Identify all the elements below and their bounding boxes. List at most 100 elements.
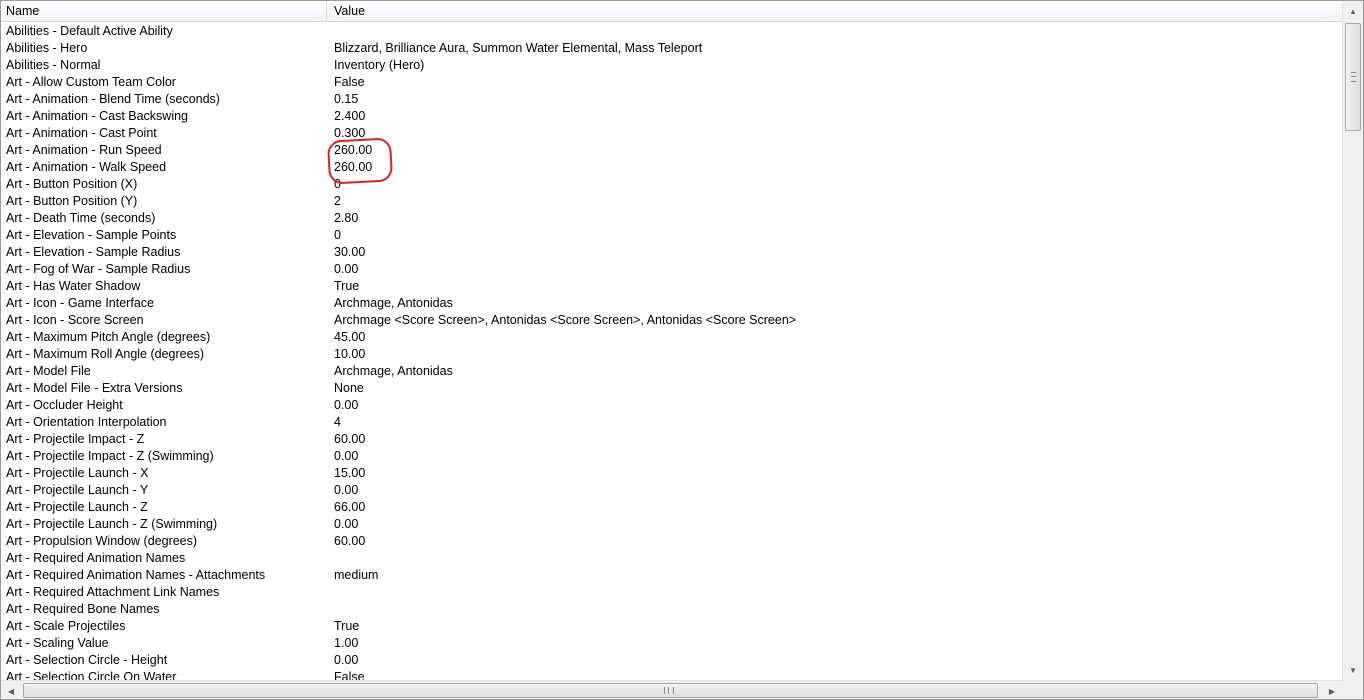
- table-row[interactable]: Art - Allow Custom Team Color False: [1, 74, 1342, 91]
- scrollbar-corner: [1342, 680, 1363, 699]
- horizontal-scrollbar[interactable]: ◀ ▶: [1, 680, 1342, 699]
- table-row[interactable]: Art - Projectile Launch - Y 0.00: [1, 482, 1342, 499]
- table-row[interactable]: Art - Death Time (seconds) 2.80: [1, 210, 1342, 227]
- property-value: True: [334, 619, 360, 633]
- property-name: Art - Scale Projectiles: [6, 619, 126, 633]
- property-value: Archmage <Score Screen>, Antonidas <Scor…: [334, 313, 797, 327]
- table-row[interactable]: Art - Projectile Launch - X 15.00: [1, 465, 1342, 482]
- property-value: 0.00: [334, 449, 359, 463]
- table-row[interactable]: Art - Projectile Impact - Z 60.00: [1, 431, 1342, 448]
- column-header-value[interactable]: Value: [327, 1, 1342, 22]
- property-value: Blizzard, Brilliance Aura, Summon Water …: [334, 41, 703, 55]
- table-row[interactable]: Art - Elevation - Sample Radius 30.00: [1, 244, 1342, 261]
- table-row[interactable]: Abilities - Default Active Ability: [1, 23, 1342, 40]
- table-row[interactable]: Art - Orientation Interpolation 4: [1, 414, 1342, 431]
- property-name: Art - Required Animation Names - Attachm…: [6, 568, 266, 582]
- column-header-bar: Name Value: [1, 1, 1342, 22]
- property-name: Art - Maximum Roll Angle (degrees): [6, 347, 204, 361]
- property-name: Abilities - Hero: [6, 41, 88, 55]
- property-name: Art - Maximum Pitch Angle (degrees): [6, 330, 211, 344]
- property-value: 1.00: [334, 636, 359, 650]
- scroll-left-arrow-icon[interactable]: ◀: [1, 681, 21, 699]
- property-value: 0.00: [334, 483, 359, 497]
- object-properties-list[interactable]: Name Value Abilities - Default Active Ab…: [0, 0, 1364, 700]
- table-row[interactable]: Art - Animation - Cast Backswing 2.400: [1, 108, 1342, 125]
- property-value: 10.00: [334, 347, 366, 361]
- column-header-name[interactable]: Name: [1, 1, 327, 22]
- property-value: 0.300: [334, 126, 366, 140]
- horizontal-scroll-thumb[interactable]: [23, 683, 1318, 698]
- property-value: 45.00: [334, 330, 366, 344]
- property-name: Art - Elevation - Sample Points: [6, 228, 177, 242]
- table-row[interactable]: Art - Selection Circle - Height 0.00: [1, 652, 1342, 669]
- property-name: Art - Required Animation Names: [6, 551, 186, 565]
- property-name: Art - Selection Circle - Height: [6, 653, 168, 667]
- table-row[interactable]: Art - Model File Archmage, Antonidas: [1, 363, 1342, 380]
- table-row[interactable]: Art - Projectile Launch - Z (Swimming) 0.…: [1, 516, 1342, 533]
- property-name: Art - Orientation Interpolation: [6, 415, 167, 429]
- table-row[interactable]: Art - Maximum Pitch Angle (degrees) 45.00: [1, 329, 1342, 346]
- table-row[interactable]: Art - Has Water Shadow True: [1, 278, 1342, 295]
- table-row[interactable]: Art - Animation - Blend Time (seconds) 0.…: [1, 91, 1342, 108]
- table-row[interactable]: Art - Required Bone Names: [1, 601, 1342, 618]
- property-value: 60.00: [334, 534, 366, 548]
- property-value: 30.00: [334, 245, 366, 259]
- table-row[interactable]: Abilities - Normal Inventory (Hero): [1, 57, 1342, 74]
- property-name: Art - Propulsion Window (degrees): [6, 534, 198, 548]
- table-row[interactable]: Art - Scale Projectiles True: [1, 618, 1342, 635]
- table-row[interactable]: Art - Animation - Cast Point 0.300: [1, 125, 1342, 142]
- property-value: 2.400: [334, 109, 366, 123]
- table-row[interactable]: Art - Selection Circle On Water False: [1, 669, 1342, 680]
- property-name: Art - Button Position (Y): [6, 194, 138, 208]
- table-row[interactable]: Art - Propulsion Window (degrees) 60.00: [1, 533, 1342, 550]
- property-name: Art - Required Bone Names: [6, 602, 160, 616]
- table-row[interactable]: Art - Maximum Roll Angle (degrees) 10.00: [1, 346, 1342, 363]
- table-row[interactable]: Abilities - Hero Blizzard, Brilliance Aur…: [1, 40, 1342, 57]
- grip-icon: [664, 687, 674, 694]
- property-name: Art - Projectile Launch - X: [6, 466, 149, 480]
- scroll-right-arrow-icon[interactable]: ▶: [1322, 681, 1342, 699]
- table-row[interactable]: Art - Button Position (X) 0: [1, 176, 1342, 193]
- property-name: Art - Selection Circle On Water: [6, 670, 177, 680]
- table-row[interactable]: Art - Projectile Launch - Z 66.00: [1, 499, 1342, 516]
- property-name: Art - Model File: [6, 364, 91, 378]
- property-value: None: [334, 381, 364, 395]
- property-value: 66.00: [334, 500, 366, 514]
- property-value: 60.00: [334, 432, 366, 446]
- property-value: Archmage, Antonidas: [334, 296, 453, 310]
- table-row[interactable]: Art - Scaling Value 1.00: [1, 635, 1342, 652]
- table-row[interactable]: Art - Required Animation Names: [1, 550, 1342, 567]
- table-row[interactable]: Art - Button Position (Y) 2: [1, 193, 1342, 210]
- property-value: Archmage, Antonidas: [334, 364, 453, 378]
- property-value: 0: [334, 177, 341, 191]
- table-row[interactable]: Art - Required Animation Names - Attachm…: [1, 567, 1342, 584]
- property-value: [334, 550, 1342, 567]
- table-row[interactable]: Art - Animation - Run Speed 260.00: [1, 142, 1342, 159]
- scroll-down-arrow-icon[interactable]: ▼: [1343, 660, 1363, 680]
- property-name: Art - Occluder Height: [6, 398, 123, 412]
- property-name: Art - Projectile Launch - Z (Swimming): [6, 517, 218, 531]
- property-value: [334, 584, 1342, 601]
- table-row[interactable]: Art - Model File - Extra Versions None: [1, 380, 1342, 397]
- property-value: 0.00: [334, 517, 359, 531]
- grip-icon: [1351, 72, 1356, 82]
- property-name: Art - Button Position (X): [6, 177, 138, 191]
- table-row[interactable]: Art - Icon - Score Screen Archmage <Score…: [1, 312, 1342, 329]
- property-value: 260.00: [334, 143, 373, 157]
- scroll-up-arrow-icon[interactable]: ▲: [1343, 1, 1363, 21]
- table-row[interactable]: Art - Icon - Game Interface Archmage, Ant…: [1, 295, 1342, 312]
- table-row[interactable]: Art - Occluder Height 0.00: [1, 397, 1342, 414]
- table-row[interactable]: Art - Projectile Impact - Z (Swimming) 0.…: [1, 448, 1342, 465]
- property-name: Art - Projectile Impact - Z: [6, 432, 145, 446]
- table-row[interactable]: Art - Fog of War - Sample Radius 0.00: [1, 261, 1342, 278]
- table-row[interactable]: Art - Required Attachment Link Names: [1, 584, 1342, 601]
- property-value: medium: [334, 568, 379, 582]
- vertical-scrollbar[interactable]: ▲ ▼: [1342, 1, 1363, 680]
- table-row[interactable]: Art - Elevation - Sample Points 0: [1, 227, 1342, 244]
- property-name: Art - Fog of War - Sample Radius: [6, 262, 191, 276]
- table-row[interactable]: Art - Animation - Walk Speed 260.00: [1, 159, 1342, 176]
- property-value: 0.15: [334, 92, 359, 106]
- property-name: Art - Has Water Shadow: [6, 279, 141, 293]
- vertical-scroll-thumb[interactable]: [1345, 23, 1361, 131]
- property-value: [334, 601, 1342, 618]
